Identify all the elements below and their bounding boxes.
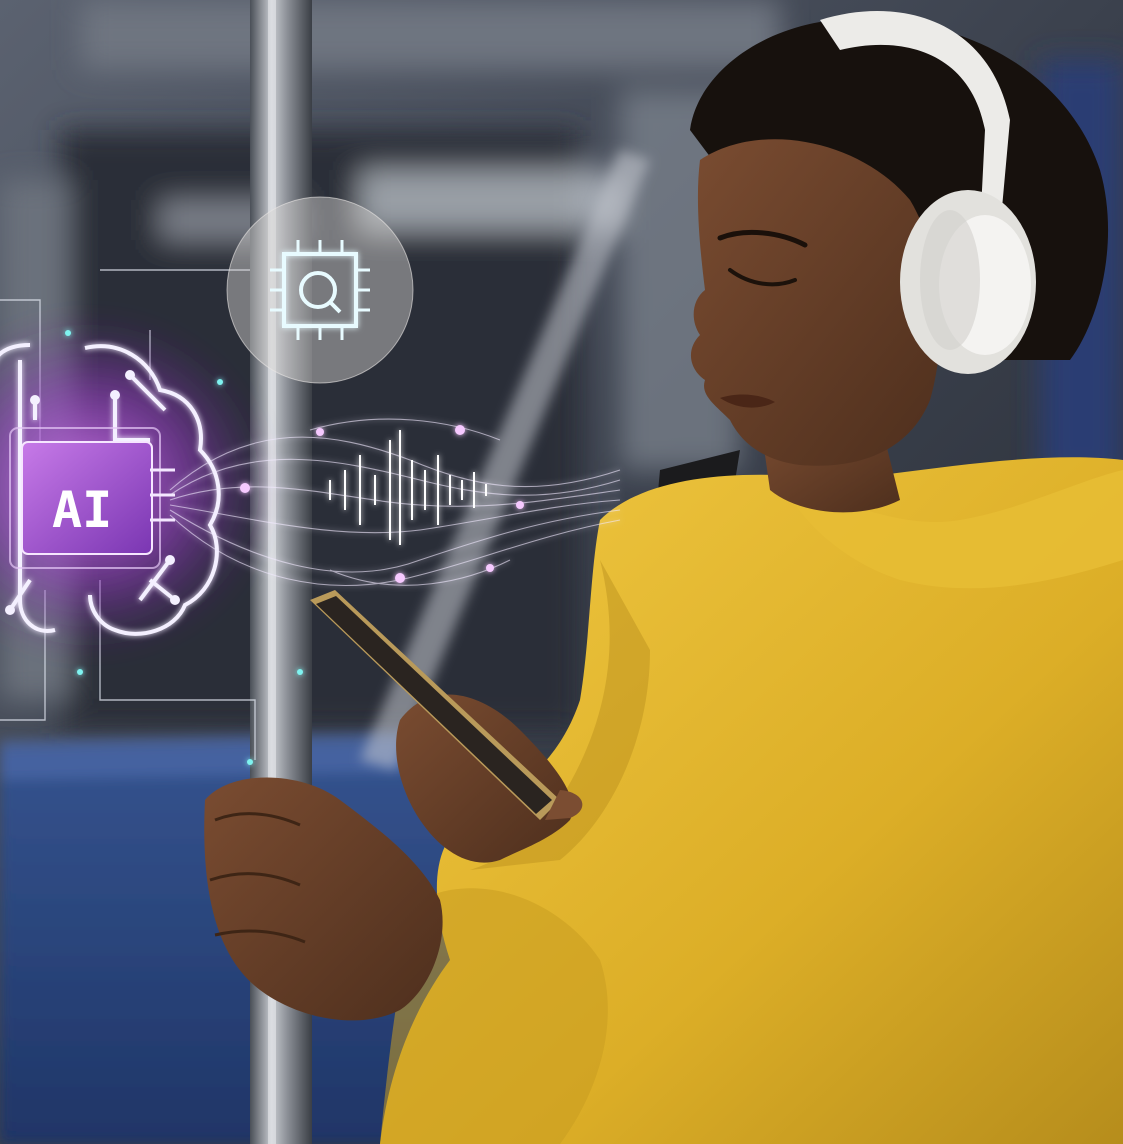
ai-chip-label: AI — [52, 481, 112, 539]
photo-scene: AI — [0, 0, 1123, 1144]
ai-chip-icon: AI — [9, 427, 175, 569]
processor-search-icon — [226, 196, 414, 384]
